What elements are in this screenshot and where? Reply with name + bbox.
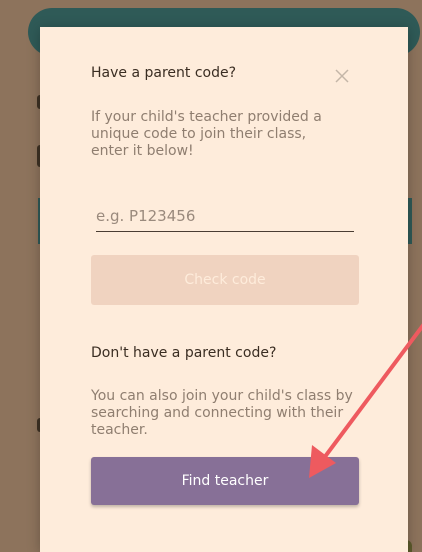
alt-section-description: You can also join your child's class by … [91, 388, 353, 438]
dialog-title: Have a parent code? [91, 65, 237, 81]
dialog-description: If your child's teacher provided a uniqu… [91, 109, 322, 159]
parent-code-input[interactable] [96, 201, 354, 232]
parent-code-dialog: Have a parent code? If your child's teac… [40, 27, 408, 552]
close-icon[interactable] [331, 65, 353, 87]
find-teacher-button[interactable]: Find teacher [91, 457, 359, 505]
check-code-button[interactable]: Check code [91, 255, 359, 305]
alt-section-title: Don't have a parent code? [91, 345, 277, 361]
